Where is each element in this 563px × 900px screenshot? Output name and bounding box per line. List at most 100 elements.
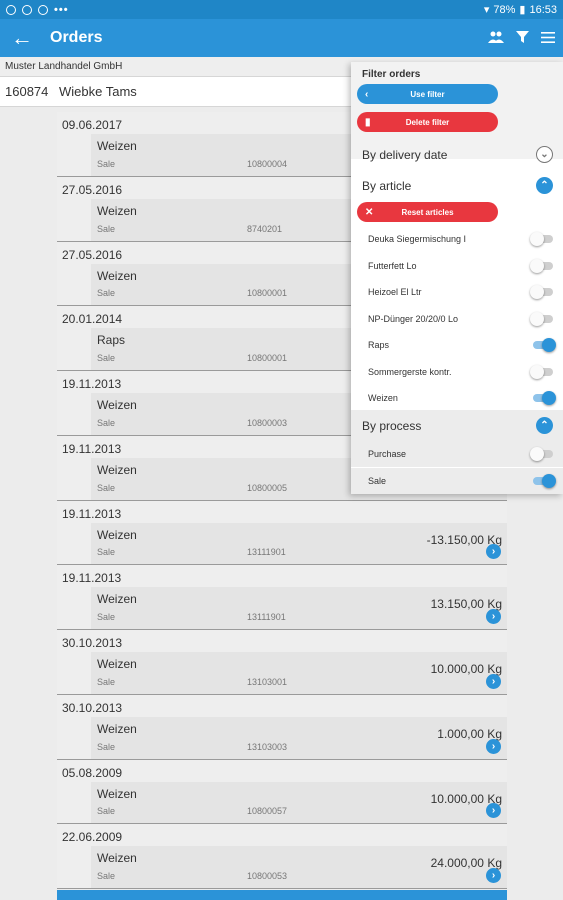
use-filter-label: Use filter <box>410 89 445 99</box>
order-article: Weizen <box>97 657 137 671</box>
order-date: 22.06.2009 <box>62 830 123 845</box>
order-article: Weizen <box>97 592 137 607</box>
order-number: 13103001 <box>247 676 288 687</box>
menu-icon[interactable] <box>541 30 555 47</box>
reset-articles-button[interactable]: ✕ Reset articles <box>357 202 498 222</box>
order-article: Weizen <box>97 462 137 477</box>
section-by-delivery-date[interactable]: By delivery date ⌄ <box>351 139 563 170</box>
order-details: Weizen Sale 10800057 10.000,00 Kg › <box>91 781 507 824</box>
order-number: 10800004 <box>247 158 288 169</box>
filter-option-label: Weizen <box>368 393 398 403</box>
order-date: 27.05.2016 <box>62 182 123 197</box>
toggle-switch[interactable] <box>530 258 556 273</box>
order-article: Weizen <box>97 139 137 153</box>
toggle-knob <box>530 285 544 299</box>
order-article: Weizen <box>97 398 137 412</box>
section-by-process[interactable]: By process ⌃ <box>351 410 563 441</box>
order-number: 13111901 <box>247 612 286 622</box>
filter-option[interactable]: Purchase <box>351 441 563 467</box>
order-article: Weizen <box>97 721 137 736</box>
toggle-switch[interactable] <box>530 473 556 488</box>
order-row[interactable]: 30.10.2013 Weizen Sale 13103003 1.000,00 Kg › <box>57 694 507 760</box>
order-process: Sale <box>97 482 116 493</box>
account-icon <box>22 4 32 15</box>
chevron-down-icon[interactable]: ⌄ <box>536 146 553 163</box>
customer-name: Wiebke Tams <box>59 84 137 99</box>
filter-option[interactable]: Heizoel El Ltr <box>351 279 563 305</box>
chevron-right-icon[interactable]: › <box>486 868 501 883</box>
order-date: 30.10.2013 <box>62 700 123 715</box>
toggle-knob <box>530 311 544 326</box>
order-row[interactable]: 19.11.2013 Weizen Sale 13111901 -13.150,00 K… <box>57 500 507 566</box>
order-process: Sale <box>97 806 116 817</box>
delete-filter-button[interactable]: ▮ Delete filter <box>357 112 498 132</box>
order-process: Sale <box>97 547 116 558</box>
order-row[interactable]: 05.08.2009 Weizen Sale 10800057 10.000,00 Kg… <box>57 759 507 825</box>
toggle-switch[interactable] <box>530 447 556 461</box>
clock: 16:53 <box>529 3 557 16</box>
chevron-right-icon[interactable]: › <box>486 673 501 689</box>
order-process: Sale <box>97 676 116 687</box>
reset-articles-label: Reset articles <box>401 207 454 217</box>
filter-option[interactable]: Weizen <box>351 385 563 411</box>
filter-option[interactable]: Raps <box>351 332 563 358</box>
order-date: 30.10.2013 <box>62 636 123 650</box>
toggle-switch[interactable] <box>530 391 556 405</box>
filter-option-label: Purchase <box>368 449 407 459</box>
filter-option-label: Futterfett Lo <box>368 260 417 271</box>
filter-option[interactable]: Sale <box>351 467 563 494</box>
order-date: 27.05.2016 <box>62 247 123 262</box>
filter-title: Filter orders <box>362 69 421 80</box>
toggle-knob <box>530 447 544 461</box>
order-process: Sale <box>97 223 116 234</box>
order-date: 19.11.2013 <box>62 377 122 391</box>
order-process: Sale <box>97 288 116 299</box>
toggle-switch[interactable] <box>530 232 556 246</box>
chevron-right-icon[interactable]: › <box>486 609 501 624</box>
order-process: Sale <box>97 612 116 622</box>
battery-icon: ▮ <box>519 4 526 16</box>
order-number: 10800057 <box>247 806 288 817</box>
order-row[interactable]: 19.11.2013 Weizen Sale 13111901 13.150,00 Kg… <box>57 565 507 630</box>
chevron-right-icon[interactable]: › <box>486 544 501 560</box>
chevron-up-icon[interactable]: ⌃ <box>536 417 553 434</box>
arrow-left-icon[interactable]: ← <box>0 19 44 57</box>
section-label: By delivery date <box>362 147 448 162</box>
filter-option-label: Heizoel El Ltr <box>368 287 422 297</box>
filter-option-label: NP-Dünger 20/20/0 Lo <box>368 313 459 324</box>
chevron-right-icon[interactable]: › <box>486 738 501 754</box>
order-article: Weizen <box>97 203 137 218</box>
chevron-right-icon[interactable]: › <box>486 803 501 819</box>
order-article: Raps <box>97 333 126 348</box>
filter-option[interactable]: NP-Dünger 20/20/0 Lo <box>351 306 563 332</box>
section-label: By article <box>362 178 412 193</box>
app-bar: ← Orders <box>0 19 563 57</box>
use-filter-button[interactable]: ‹ Use filter <box>357 84 498 104</box>
order-process: Sale <box>97 417 116 428</box>
order-date: 19.11.2013 <box>62 506 122 521</box>
toggle-switch[interactable] <box>530 338 556 352</box>
page-title: Orders <box>50 29 103 46</box>
order-date: 05.08.2009 <box>62 765 123 780</box>
toggle-switch[interactable] <box>530 311 556 326</box>
order-row[interactable]: 30.10.2013 Weizen Sale 13103001 10.000,00 Kg… <box>57 630 507 695</box>
toggle-switch[interactable] <box>530 364 556 379</box>
toggle-knob <box>530 258 544 273</box>
order-article: Weizen <box>97 851 137 866</box>
filter-icon[interactable] <box>516 30 529 47</box>
order-row[interactable]: 22.06.2009 Weizen Sale 10800053 24.000,00 Kg… <box>57 824 507 889</box>
chevron-up-icon[interactable]: ⌃ <box>536 177 553 194</box>
bottom-action-bar[interactable] <box>57 890 507 900</box>
order-details: Weizen Sale 13111901 13.150,00 Kg › <box>91 587 507 629</box>
order-date: 19.11.2013 <box>62 441 122 456</box>
chevron-left-icon: ‹ <box>365 88 369 100</box>
toggle-switch[interactable] <box>530 285 556 299</box>
order-number: 10800005 <box>247 482 288 493</box>
order-article: Weizen <box>97 268 137 283</box>
people-icon[interactable] <box>488 30 504 47</box>
filter-option[interactable]: Deuka Siegermischung I <box>351 226 563 252</box>
filter-option[interactable]: Futterfett Lo <box>351 253 563 279</box>
section-by-article[interactable]: By article ⌃ <box>351 170 563 201</box>
filter-option[interactable]: Sommergerste kontr. <box>351 359 563 385</box>
delete-filter-label: Delete filter <box>405 117 450 127</box>
